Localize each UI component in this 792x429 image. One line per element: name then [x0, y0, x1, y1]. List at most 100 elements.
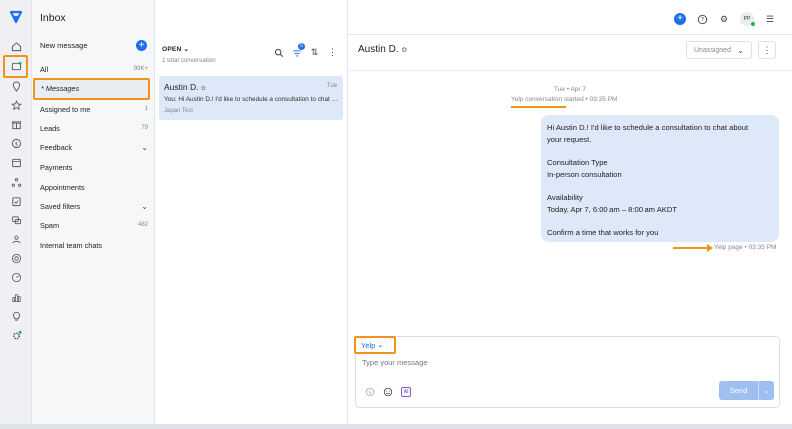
gift-icon[interactable]: [8, 116, 24, 132]
reports-icon[interactable]: [8, 289, 24, 305]
inbox-item-internal-chats[interactable]: Internal team chats: [40, 238, 148, 252]
new-message-label[interactable]: New message: [40, 41, 88, 50]
help-icon[interactable]: ?: [696, 13, 708, 25]
conversation-count: 1 total conversation: [162, 57, 216, 64]
chevron-down-icon: ⌄: [141, 201, 148, 211]
conversation-started: Yelp conversation started • 03:35 PM: [511, 96, 617, 103]
inbox-item-feedback[interactable]: Feedback ⌄: [40, 140, 148, 154]
inbox-item-label: * Messages: [41, 84, 80, 93]
new-message-button[interactable]: +: [136, 40, 147, 51]
target-icon[interactable]: [8, 250, 24, 266]
conversation-location: Japan Test: [164, 108, 193, 114]
inbox-item-spam[interactable]: Spam 482: [40, 218, 148, 232]
inbox-item-label: Appointments: [40, 182, 85, 192]
inbox-item-label: Assigned to me: [40, 104, 91, 114]
inbox-item-label: Saved filters: [40, 201, 81, 211]
avatar[interactable]: PP: [740, 12, 755, 26]
bottom-scrollbar[interactable]: [0, 424, 792, 429]
calendar-icon[interactable]: [8, 154, 24, 170]
inbox-item-count: 482: [137, 222, 148, 228]
message-line: your request.: [547, 134, 592, 144]
dashboard-icon[interactable]: [8, 269, 24, 285]
chevron-down-icon[interactable]: ⌄: [758, 381, 774, 400]
dollar-icon[interactable]: $: [8, 135, 24, 151]
online-status-dot: [751, 22, 755, 26]
day-stamp: Tue • Apr 7: [553, 86, 587, 93]
message-line: Consultation Type: [547, 158, 608, 168]
contacts-icon[interactable]: [8, 231, 24, 247]
inbox-panel: Inbox New message + All 99K+ * Messages …: [32, 0, 155, 429]
top-bar: + ? ⚙ PP ☰: [348, 0, 792, 35]
search-icon[interactable]: [273, 47, 284, 58]
svg-text:$: $: [368, 390, 371, 396]
inbox-item-label: Payments: [40, 162, 73, 172]
network-icon[interactable]: [8, 174, 24, 190]
message-input[interactable]: [362, 358, 662, 367]
task-icon[interactable]: [8, 193, 24, 209]
sort-icon[interactable]: ⇅: [309, 47, 320, 58]
app-logo-icon[interactable]: [8, 9, 24, 25]
ai-assist-icon[interactable]: AI: [401, 387, 411, 397]
inbox-item-leads[interactable]: Leads 79: [40, 121, 148, 135]
filter-icon[interactable]: 5: [291, 43, 305, 58]
inbox-item-appointments[interactable]: Appointments: [40, 180, 148, 194]
chevron-down-icon: ⌄: [183, 46, 190, 53]
gear-icon[interactable]: ⚙: [718, 13, 730, 25]
send-label: Send: [729, 386, 748, 395]
annotation-arrow-head: [707, 244, 713, 252]
contact-name: Austin D. ✿: [358, 44, 408, 55]
channel-dropdown[interactable]: Yelp ⌄: [354, 336, 396, 354]
conversation-item[interactable]: Austin D. ✿ Tue You: Hi Austin D.! I'd l…: [159, 76, 343, 120]
inbox-item-label: Internal team chats: [40, 240, 103, 250]
topbar-icons: + ? ⚙ PP ☰: [674, 12, 776, 26]
inbox-item-saved-filters[interactable]: Saved filters ⌄: [40, 199, 148, 213]
chat-bubbles-icon[interactable]: [8, 212, 24, 228]
conversation-tools: 5 ⇅ ⋮: [273, 43, 338, 58]
dollar-icon[interactable]: $: [365, 387, 375, 397]
inbox-item-count: 99K+: [133, 66, 148, 72]
annotation-underline: [511, 106, 566, 108]
home-icon[interactable]: [8, 38, 24, 54]
chevron-down-icon: ⌄: [377, 342, 384, 349]
status-filter-label: OPEN: [162, 46, 182, 53]
status-filter-dropdown[interactable]: OPEN ⌄: [162, 45, 189, 53]
yelp-icon: ✿: [401, 47, 408, 54]
inbox-item-messages[interactable]: * Messages: [33, 78, 150, 100]
inbox-item-label: All: [40, 64, 49, 74]
chat-area: + ? ⚙ PP ☰ Austin D. ✿ Unassigned ⌄ ⋮ Tu…: [348, 0, 792, 429]
send-button[interactable]: Send ⌄: [719, 381, 774, 400]
inbox-item-all[interactable]: All 99K+: [40, 62, 148, 76]
settings-badge-icon[interactable]: [8, 327, 24, 343]
annotation-arrow: [673, 247, 709, 249]
chat-more-button[interactable]: ⋮: [758, 41, 776, 59]
inbox-item-label: Leads: [40, 123, 60, 133]
message-meta: Yelp page • 03:35 PM: [714, 244, 777, 251]
location-icon[interactable]: [8, 78, 24, 94]
assignee-dropdown[interactable]: Unassigned ⌄: [686, 41, 752, 59]
chevron-down-icon: ⌄: [737, 45, 744, 55]
inbox-icon[interactable]: [8, 58, 24, 74]
more-options-icon[interactable]: ⋮: [327, 47, 338, 58]
emoji-icon[interactable]: [383, 387, 393, 397]
svg-text:$: $: [14, 141, 18, 147]
conversation-time: Tue: [326, 83, 337, 89]
message-line: Hi Austin D.! I'd like to schedule a con…: [547, 123, 749, 132]
chevron-down-icon: ⌄: [141, 142, 148, 152]
assignee-label: Unassigned: [694, 46, 731, 54]
menu-icon[interactable]: ☰: [764, 13, 776, 25]
yelp-conversation-link[interactable]: Yelp conversation: [511, 96, 562, 103]
message-line: In-person consultation: [547, 169, 622, 179]
started-time: started • 03:35 PM: [562, 96, 618, 103]
add-icon[interactable]: +: [674, 13, 686, 25]
inbox-item-payments[interactable]: Payments: [40, 160, 148, 174]
conversation-list: OPEN ⌄ 1 total conversation 5 ⇅ ⋮ Austin…: [155, 0, 348, 429]
filter-count-badge: 5: [298, 43, 305, 50]
star-icon[interactable]: [8, 97, 24, 113]
message-line: Availability: [547, 193, 583, 203]
inbox-title: Inbox: [40, 12, 66, 24]
message-line: Confirm a time that works for you: [547, 228, 659, 238]
message-composer: Yelp ⌄ $ AI Send ⌄: [354, 336, 780, 408]
inbox-item-assigned[interactable]: Assigned to me 1: [40, 102, 148, 116]
lightbulb-icon[interactable]: [8, 308, 24, 324]
app-rail: $: [0, 0, 32, 429]
